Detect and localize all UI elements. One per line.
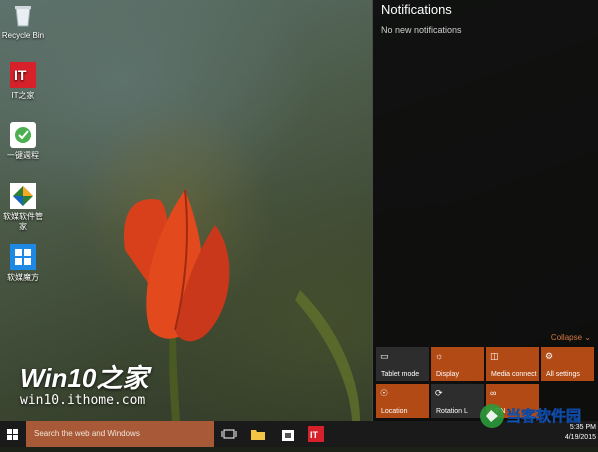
no-notifications-text: No new notifications — [381, 25, 462, 35]
software-manager-icon — [10, 183, 36, 209]
task-view-button[interactable] — [221, 426, 237, 442]
desktop-icon-label: 软媒软件管家 — [3, 212, 43, 231]
desktop-icon-rubiks[interactable]: 软媒魔方 — [0, 244, 46, 283]
site-watermark-logo: 当客软件园 — [480, 404, 581, 428]
tile-label: All settings — [546, 371, 580, 378]
desktop-icon-label: IT之家 — [11, 91, 35, 100]
collapse-link[interactable]: Collapse ⌄ — [551, 333, 591, 342]
rubiks-cube-icon — [10, 244, 36, 270]
location-icon: ☉ — [380, 388, 389, 398]
search-placeholder: Search the web and Windows — [34, 429, 140, 438]
tile-label: Rotation L — [436, 408, 468, 415]
file-explorer-button[interactable] — [250, 426, 266, 442]
desktop-icon-label: Recycle Bin — [1, 31, 45, 40]
desktop-icon-label: 一键週程 — [7, 151, 39, 160]
it-home-taskbar-button[interactable]: IT — [308, 426, 324, 442]
it-home-icon: IT — [308, 426, 324, 442]
action-center-panel: Notifications No new notifications Colla… — [372, 0, 598, 421]
recycle-bin-icon — [10, 2, 36, 28]
tile-label: Media connect — [491, 371, 537, 378]
desktop-icon-recycle-bin[interactable]: Recycle Bin — [0, 2, 46, 41]
quick-action-rotation-lock[interactable]: ⟳ Rotation L — [431, 384, 484, 418]
one-key-tool-icon — [10, 122, 36, 148]
start-button[interactable] — [0, 421, 25, 447]
tile-label: Tablet mode — [381, 371, 420, 378]
tile-label: Location — [381, 408, 408, 415]
display-icon: ☼ — [435, 351, 444, 361]
it-home-icon: IT — [10, 62, 36, 88]
action-center-title: Notifications — [381, 2, 452, 17]
desktop-icon-one-key[interactable]: 一键週程 — [0, 122, 46, 161]
quick-action-display[interactable]: ☼ Display — [431, 347, 484, 381]
taskbar-search-box[interactable]: Search the web and Windows — [26, 421, 214, 447]
win10-watermark: Win10之家 win10.ithome.com — [20, 358, 148, 408]
desktop-icon-software-manager[interactable]: 软媒软件管家 — [0, 183, 46, 232]
svg-text:IT: IT — [14, 67, 27, 83]
desktop-icon-label: 软媒魔方 — [7, 273, 39, 282]
rotation-lock-icon: ⟳ — [435, 388, 443, 398]
clock-date: 4/19/2015 — [564, 434, 596, 441]
gear-icon: ⚙ — [545, 351, 554, 361]
store-icon — [282, 430, 294, 441]
quick-action-media-connect[interactable]: ◫ Media connect — [486, 347, 539, 381]
vpn-icon: ∞ — [490, 388, 497, 398]
media-connect-icon: ◫ — [490, 351, 499, 361]
quick-action-tablet-mode[interactable]: ▭ Tablet mode — [376, 347, 429, 381]
collapse-label: Collapse — [550, 333, 583, 342]
svg-text:当客软件园: 当客软件园 — [506, 407, 581, 425]
desktop-icon-it-home[interactable]: IT IT之家 — [0, 62, 46, 101]
tile-label: Display — [436, 371, 459, 378]
store-button[interactable] — [280, 426, 296, 442]
chevron-down-icon: ⌄ — [584, 333, 591, 342]
svg-text:IT: IT — [310, 430, 319, 440]
watermark-title: Win10之家 — [20, 363, 149, 393]
folder-icon — [251, 430, 265, 440]
watermark-subtitle: win10.ithome.com — [20, 393, 146, 408]
task-view-icon — [221, 429, 237, 439]
tablet-mode-icon: ▭ — [380, 351, 389, 361]
quick-action-location[interactable]: ☉ Location — [376, 384, 429, 418]
windows-logo-icon — [7, 429, 18, 440]
quick-action-all-settings[interactable]: ⚙ All settings — [541, 347, 594, 381]
